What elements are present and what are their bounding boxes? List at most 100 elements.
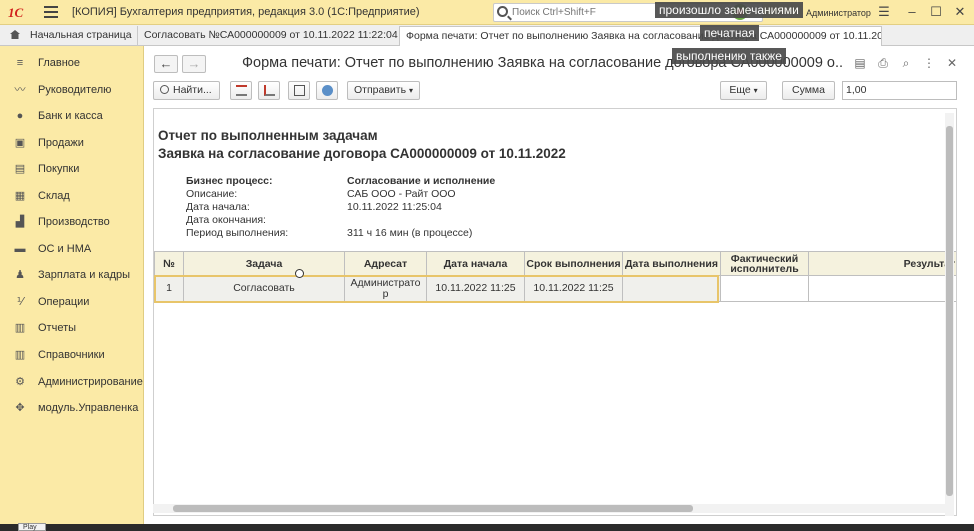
sidebar-item-manager[interactable]: 〰 Руководителю [0, 79, 144, 101]
field-label: Дата окончания: [186, 214, 266, 226]
horizontal-scrollbar[interactable] [153, 504, 945, 513]
find-button-label: Найти... [173, 84, 212, 96]
sidebar-item-admin[interactable]: ⚙ Администрирование [0, 371, 144, 393]
sidebar-item-bank[interactable]: ● Банк и касса [0, 105, 144, 127]
sidebar-item-production[interactable]: ▟ Производство [0, 211, 144, 233]
table-cell[interactable]: 10.11.2022 11:25 [427, 276, 525, 302]
copy-button[interactable] [316, 81, 338, 100]
sidebar-item-label: Справочники [38, 349, 105, 361]
trend-chart-icon: 〰 [14, 84, 26, 96]
table-cell[interactable] [623, 276, 721, 302]
tab-print-form[interactable]: Форма печати: Отчет по выполнению Заявка… [399, 26, 882, 47]
sum-button[interactable]: Сумма [782, 81, 835, 100]
horizontal-scroll-thumb[interactable] [173, 505, 693, 512]
sidebar-item-label: Администрирование [38, 376, 143, 388]
table-cell[interactable] [809, 276, 956, 302]
print-preview-button[interactable] [288, 81, 310, 100]
sidebar-item-salary[interactable]: ♟ Зарплата и кадры [0, 264, 144, 286]
overlay-tooltip: печатная [700, 25, 759, 41]
sidebar-item-label: Операции [38, 296, 90, 308]
home-icon [10, 30, 20, 39]
puzzle-icon: ✥ [15, 402, 25, 414]
bar-chart-icon: ▥ [14, 322, 26, 334]
main-menu-icon[interactable] [44, 6, 58, 18]
column-header-task: Задача [184, 251, 345, 276]
more-dropdown-button[interactable]: Еще ▾ [720, 81, 767, 100]
column-header-start-date: Дата начала [427, 251, 525, 276]
minimize-icon[interactable]: – [904, 5, 920, 19]
send-dropdown-button[interactable]: Отправить ▾ [347, 81, 420, 100]
back-button[interactable]: ← [154, 55, 178, 73]
print-icon[interactable]: ⎙ [876, 56, 890, 70]
table-cell[interactable]: Согласовать [184, 276, 345, 302]
content-area: ← → Форма печати: Отчет по выполнению За… [145, 46, 974, 531]
sidebar-item-reports[interactable]: ▥ Отчеты [0, 317, 144, 339]
field-value: Согласование и исполнение [347, 175, 496, 187]
sidebar-item-main[interactable]: ≡ Главное [0, 52, 144, 74]
find-button[interactable]: Найти... [153, 81, 220, 100]
taskbar [0, 524, 974, 531]
title-bar: 1С [КОПИЯ] Бухгалтерия предприятия, реда… [0, 0, 974, 25]
sidebar-item-label: ОС и НМА [38, 243, 92, 255]
report-subtitle: Заявка на согласование договора СА000000… [158, 146, 566, 161]
current-user[interactable]: Администратор [806, 8, 871, 18]
column-header-result: Результат с [809, 251, 956, 276]
play-button[interactable]: Play [18, 523, 46, 531]
sidebar-item-label: Производство [38, 216, 110, 228]
warehouse-icon: ▦ [14, 190, 26, 202]
sidebar-item-module[interactable]: ✥ модуль.Управленка [0, 397, 144, 419]
sidebar-item-label: модуль.Управленка [38, 402, 139, 414]
save-icon[interactable]: ▤ [853, 56, 867, 70]
close-window-icon[interactable]: ✕ [952, 5, 968, 19]
sidebar-item-warehouse[interactable]: ▦ Склад [0, 185, 144, 207]
expand-groups-button[interactable] [258, 81, 280, 100]
collapse-groups-button[interactable] [230, 81, 252, 100]
sidebar-item-label: Отчеты [38, 322, 77, 334]
table-cell[interactable]: Администратор [345, 276, 427, 302]
sidebar-item-label: Банк и касса [38, 110, 103, 122]
table-cell[interactable] [721, 276, 809, 302]
list-collapse-icon [236, 85, 247, 96]
column-header-addressee: Адресат [345, 251, 427, 276]
tab-home[interactable]: Начальная страница [0, 26, 138, 46]
forward-button[interactable]: → [182, 55, 206, 73]
field-value: 10.11.2022 11:25:04 [347, 201, 442, 213]
field-label: Дата начала: [186, 201, 250, 213]
report-title: Отчет по выполненным задачам [158, 128, 378, 143]
vertical-scroll-thumb[interactable] [946, 126, 953, 496]
more-button-label: Еще [729, 84, 751, 96]
field-label: Описание: [186, 188, 238, 200]
settings-menu-icon[interactable]: ☰ [876, 5, 892, 19]
table-cell[interactable]: 1 [154, 276, 184, 302]
copy-icon [322, 85, 333, 96]
maximize-icon[interactable]: ☐ [928, 5, 944, 19]
sum-field[interactable]: 1,00 [842, 81, 957, 100]
mouse-cursor-icon [295, 269, 304, 278]
list-expand-icon [264, 85, 275, 96]
sidebar-item-assets[interactable]: ▬ ОС и НМА [0, 238, 144, 260]
sidebar-item-label: Склад [38, 190, 70, 202]
field-value: САБ ООО - Райт ООО [347, 188, 456, 200]
search-icon [160, 85, 169, 94]
sidebar-item-catalogs[interactable]: ▥ Справочники [0, 344, 144, 366]
overlay-tooltip: произошло замечаниями [655, 2, 803, 18]
sidebar-item-label: Главное [38, 57, 81, 69]
close-form-icon[interactable]: ✕ [945, 56, 959, 70]
sidebar-item-sales[interactable]: ▣ Продажи [0, 132, 144, 154]
tab-approve-task[interactable]: Согласовать №СА000000009 от 10.11.2022 1… [138, 26, 400, 46]
sidebar-item-label: Руководителю [38, 84, 112, 96]
tab-print-form-label: Форма печати: Отчет по выполнению Заявка… [406, 30, 882, 42]
tab-approve-task-label: Согласовать №СА000000009 от 10.11.2022 1… [144, 29, 398, 41]
sidebar-item-purchases[interactable]: ▤ Покупки [0, 158, 144, 180]
chevron-down-icon: ▾ [408, 86, 413, 95]
vertical-scrollbar[interactable] [945, 113, 954, 516]
more-vertical-icon[interactable]: ⋮ [922, 56, 936, 70]
preview-icon[interactable]: ⌕ [899, 56, 913, 70]
report-document[interactable]: Отчет по выполненным задачам Заявка на с… [153, 108, 957, 516]
table-cell[interactable]: 10.11.2022 11:25 [525, 276, 623, 302]
column-header-deadline: Срок выполнения [525, 251, 623, 276]
search-icon [497, 6, 508, 17]
sidebar-item-operations[interactable]: ⅟ Операции [0, 291, 144, 313]
gear-icon: ⚙ [15, 376, 25, 388]
sidebar-item-label: Продажи [38, 137, 84, 149]
